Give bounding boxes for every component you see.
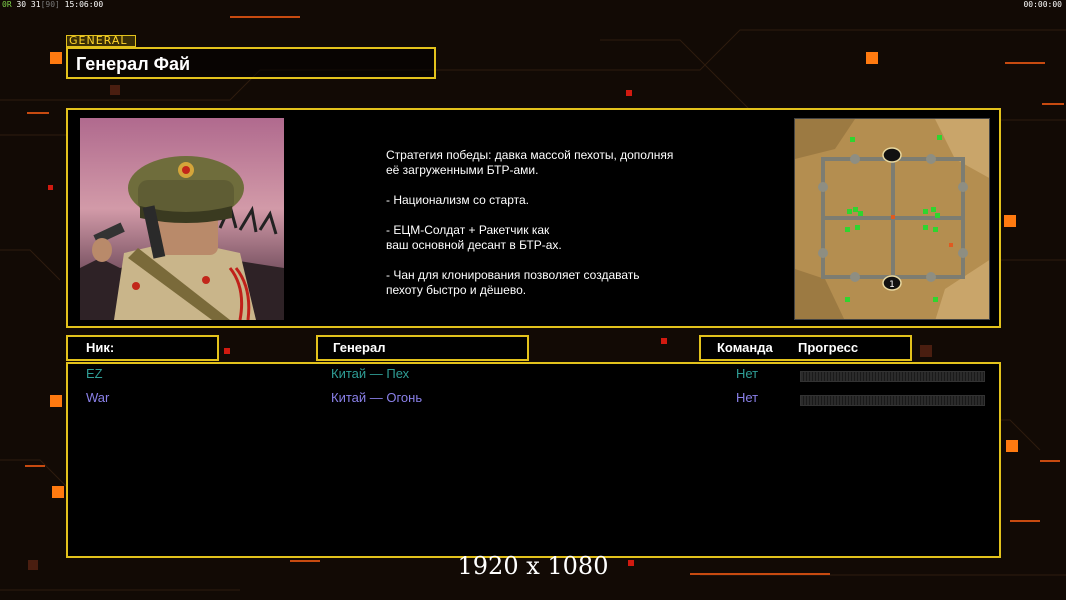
svg-text:1: 1: [889, 280, 895, 290]
player-team: Нет: [736, 390, 759, 405]
nick-header-label: Ник:: [86, 340, 115, 355]
player-team: Нет: [736, 366, 759, 381]
player-row[interactable]: EZ Китай — Пех Нет: [0, 366, 1066, 386]
general-name: Генерал Фай: [76, 54, 191, 74]
player-nick: EZ: [86, 366, 103, 381]
general-description: Стратегия победы: давка массой пехоты, д…: [386, 148, 674, 297]
team-header-label: Команда: [717, 340, 773, 355]
player-progress-bar: [800, 371, 985, 382]
team-progress-header: Команда Прогресс: [699, 335, 912, 361]
hud-prefix: 0R: [2, 0, 12, 9]
hud-game-timer: 00:00:00: [1023, 0, 1062, 9]
player-nick: War: [86, 390, 110, 405]
hud-time: 15:06:00: [64, 0, 104, 9]
general-tag: GENERAL: [66, 35, 136, 47]
general-portrait: [80, 118, 284, 320]
player-progress-bar: [800, 395, 985, 406]
hud-status: 0R 30 31[90] 15:06:00: [2, 0, 103, 9]
hud-values: 30 31: [16, 0, 41, 9]
player-general: Китай — Огонь: [331, 390, 423, 405]
nick-column-header: Ник:: [66, 335, 219, 361]
general-header-label: Генерал: [333, 340, 386, 355]
general-title-box: Генерал Фай: [66, 47, 436, 79]
progress-header-label: Прогресс: [798, 340, 859, 355]
player-row[interactable]: War Китай — Огонь Нет: [0, 390, 1066, 410]
hud-bracket: [90]: [40, 0, 60, 9]
resolution-label: 1920 x 1080: [457, 552, 609, 580]
general-column-header: Генерал: [316, 335, 529, 361]
player-general: Китай — Пех: [331, 366, 410, 381]
map-preview: 1: [794, 118, 990, 320]
